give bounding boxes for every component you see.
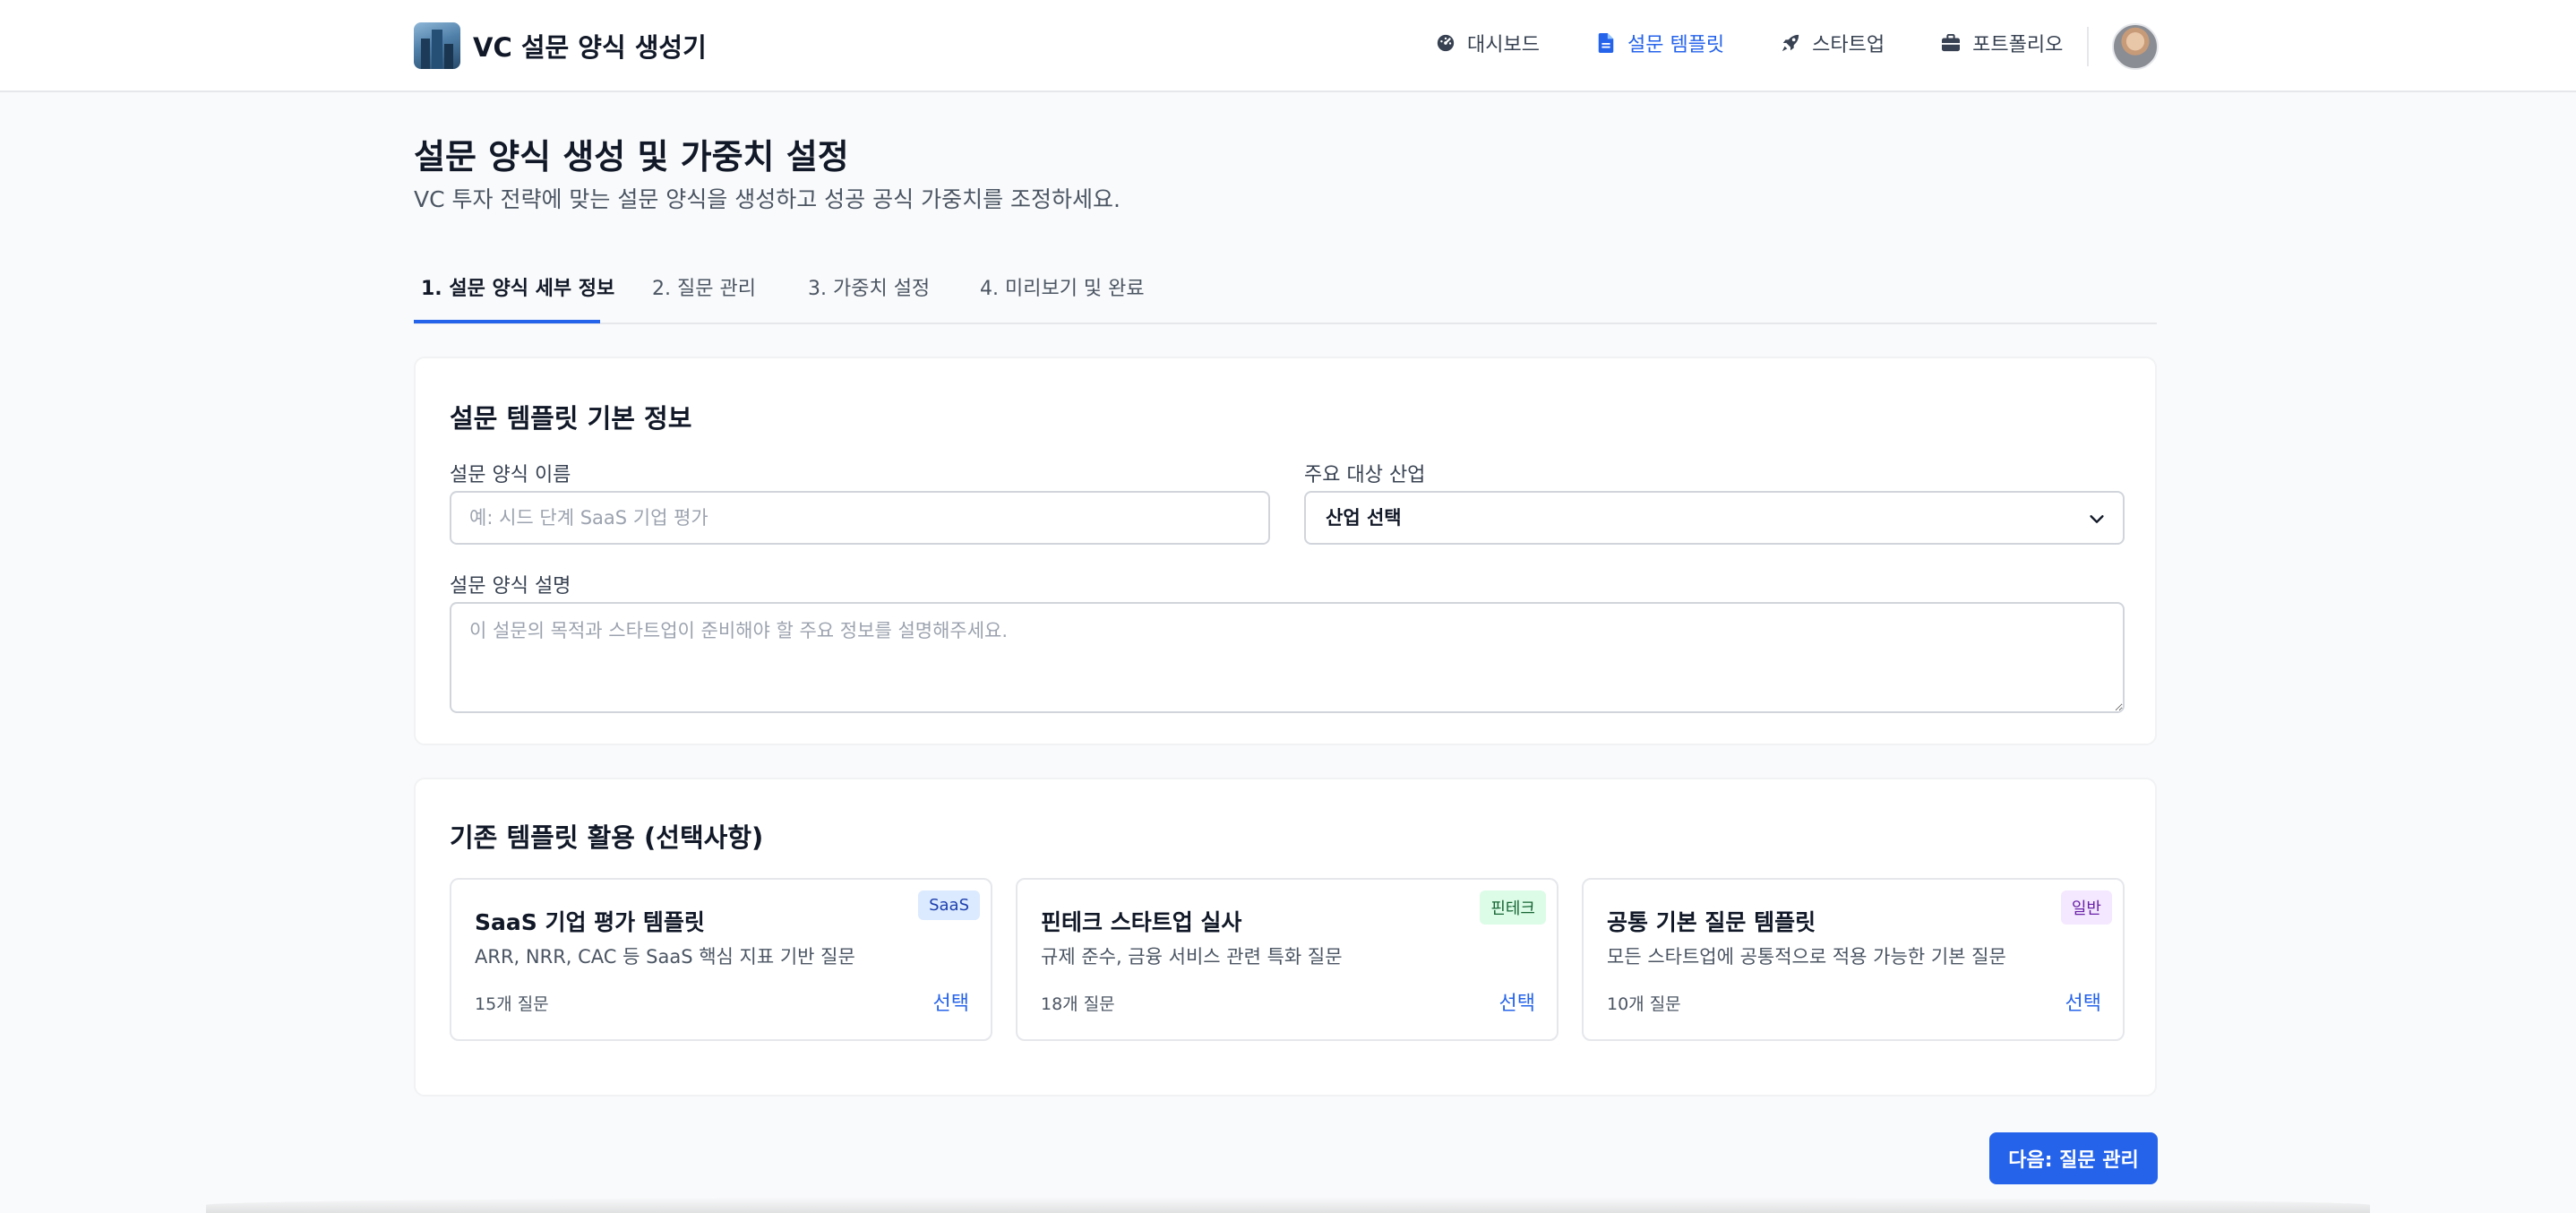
template-badge: 일반 xyxy=(2060,890,2112,925)
brand-title: VC 설문 양식 생성기 xyxy=(473,32,707,63)
page-title: 설문 양식 생성 및 가중치 설정 xyxy=(414,137,849,176)
existing-templates-card: 기존 템플릿 활용 (선택사항) SaaS SaaS 기업 평가 템플릿 ARR… xyxy=(414,778,2157,1097)
template-description: ARR, NRR, CAC 등 SaaS 핵심 지표 기반 질문 xyxy=(475,946,855,968)
main-nav: 대시보드 설문 템플릿 스타트업 포트폴리오 xyxy=(1435,29,2063,57)
briefcase-icon xyxy=(1940,32,1962,54)
tab-weights[interactable]: 3. 가중치 설정 xyxy=(808,272,930,301)
page-subtitle: VC 투자 전략에 맞는 설문 양식을 생성하고 성공 공식 가중치를 조정하세… xyxy=(414,186,1121,212)
template-name: SaaS 기업 평가 템플릿 xyxy=(475,909,705,935)
top-header: VC 설문 양식 생성기 대시보드 설문 템플릿 스타트업 포트폴리오 xyxy=(0,0,2576,92)
template-card-general[interactable]: 일반 공통 기본 질문 템플릿 모든 스타트업에 공통적으로 적용 가능한 기본… xyxy=(1582,878,2125,1041)
description-label: 설문 양식 설명 xyxy=(450,575,571,598)
nav-divider xyxy=(2087,27,2089,66)
dashboard-gauge-icon xyxy=(1435,32,1456,54)
bottom-shadow xyxy=(206,1197,2370,1213)
template-name-input[interactable] xyxy=(450,491,1270,545)
nav-item-label: 설문 템플릿 xyxy=(1627,34,1725,56)
nav-item-portfolio[interactable]: 포트폴리오 xyxy=(1940,29,2063,57)
nav-item-dashboard[interactable]: 대시보드 xyxy=(1435,29,1540,57)
template-question-count: 10개 질문 xyxy=(1607,994,1681,1014)
rocket-icon xyxy=(1780,32,1801,54)
brand-logo xyxy=(414,22,460,69)
template-description: 규제 준수, 금융 서비스 관련 특화 질문 xyxy=(1041,946,1343,968)
user-avatar[interactable] xyxy=(2112,23,2159,70)
nav-item-startups[interactable]: 스타트업 xyxy=(1780,29,1885,57)
active-tab-indicator xyxy=(414,320,600,323)
chevron-down-icon xyxy=(2090,515,2104,523)
existing-templates-title: 기존 템플릿 활용 (선택사항) xyxy=(450,822,764,853)
template-card-saas[interactable]: SaaS SaaS 기업 평가 템플릿 ARR, NRR, CAC 등 SaaS… xyxy=(450,878,992,1041)
template-description: 모든 스타트업에 공통적으로 적용 가능한 기본 질문 xyxy=(1607,946,2006,968)
industry-select-value: 산업 선택 xyxy=(1326,507,1402,529)
template-card-fintech[interactable]: 핀테크 핀테크 스타트업 실사 규제 준수, 금융 서비스 관련 특화 질문 1… xyxy=(1016,878,1558,1041)
tab-preview[interactable]: 4. 미리보기 및 완료 xyxy=(980,272,1145,301)
tab-questions[interactable]: 2. 질문 관리 xyxy=(652,272,756,301)
template-name-label: 설문 양식 이름 xyxy=(450,464,571,486)
nav-item-label: 스타트업 xyxy=(1812,34,1885,56)
nav-item-label: 대시보드 xyxy=(1467,34,1540,56)
tab-details[interactable]: 1. 설문 양식 세부 정보 xyxy=(421,272,614,301)
template-question-count: 15개 질문 xyxy=(475,994,549,1014)
template-name: 핀테크 스타트업 실사 xyxy=(1041,909,1242,935)
nav-item-survey-templates[interactable]: 설문 템플릿 xyxy=(1595,29,1724,57)
industry-select[interactable]: 산업 선택 xyxy=(1304,491,2125,545)
template-question-count: 18개 질문 xyxy=(1041,994,1115,1014)
step-tabs: 1. 설문 양식 세부 정보 2. 질문 관리 3. 가중치 설정 4. 미리보… xyxy=(414,267,2157,324)
file-document-icon xyxy=(1595,32,1617,54)
template-select-link[interactable]: 선택 xyxy=(1499,987,1535,1016)
description-textarea[interactable] xyxy=(450,602,2125,713)
template-select-link[interactable]: 선택 xyxy=(2065,987,2101,1016)
basic-info-title: 설문 템플릿 기본 정보 xyxy=(450,403,692,434)
basic-info-card: 설문 템플릿 기본 정보 설문 양식 이름 주요 대상 산업 산업 선택 설문 … xyxy=(414,357,2157,745)
template-select-link[interactable]: 선택 xyxy=(933,987,969,1016)
template-badge: 핀테크 xyxy=(1480,890,1546,925)
template-name: 공통 기본 질문 템플릿 xyxy=(1607,909,1816,935)
template-badge: SaaS xyxy=(918,890,980,920)
nav-item-label: 포트폴리오 xyxy=(1972,34,2064,56)
brand[interactable]: VC 설문 양식 생성기 xyxy=(414,22,707,69)
industry-label: 주요 대상 산업 xyxy=(1304,464,1426,486)
next-step-button[interactable]: 다음: 질문 관리 xyxy=(1989,1132,2158,1184)
